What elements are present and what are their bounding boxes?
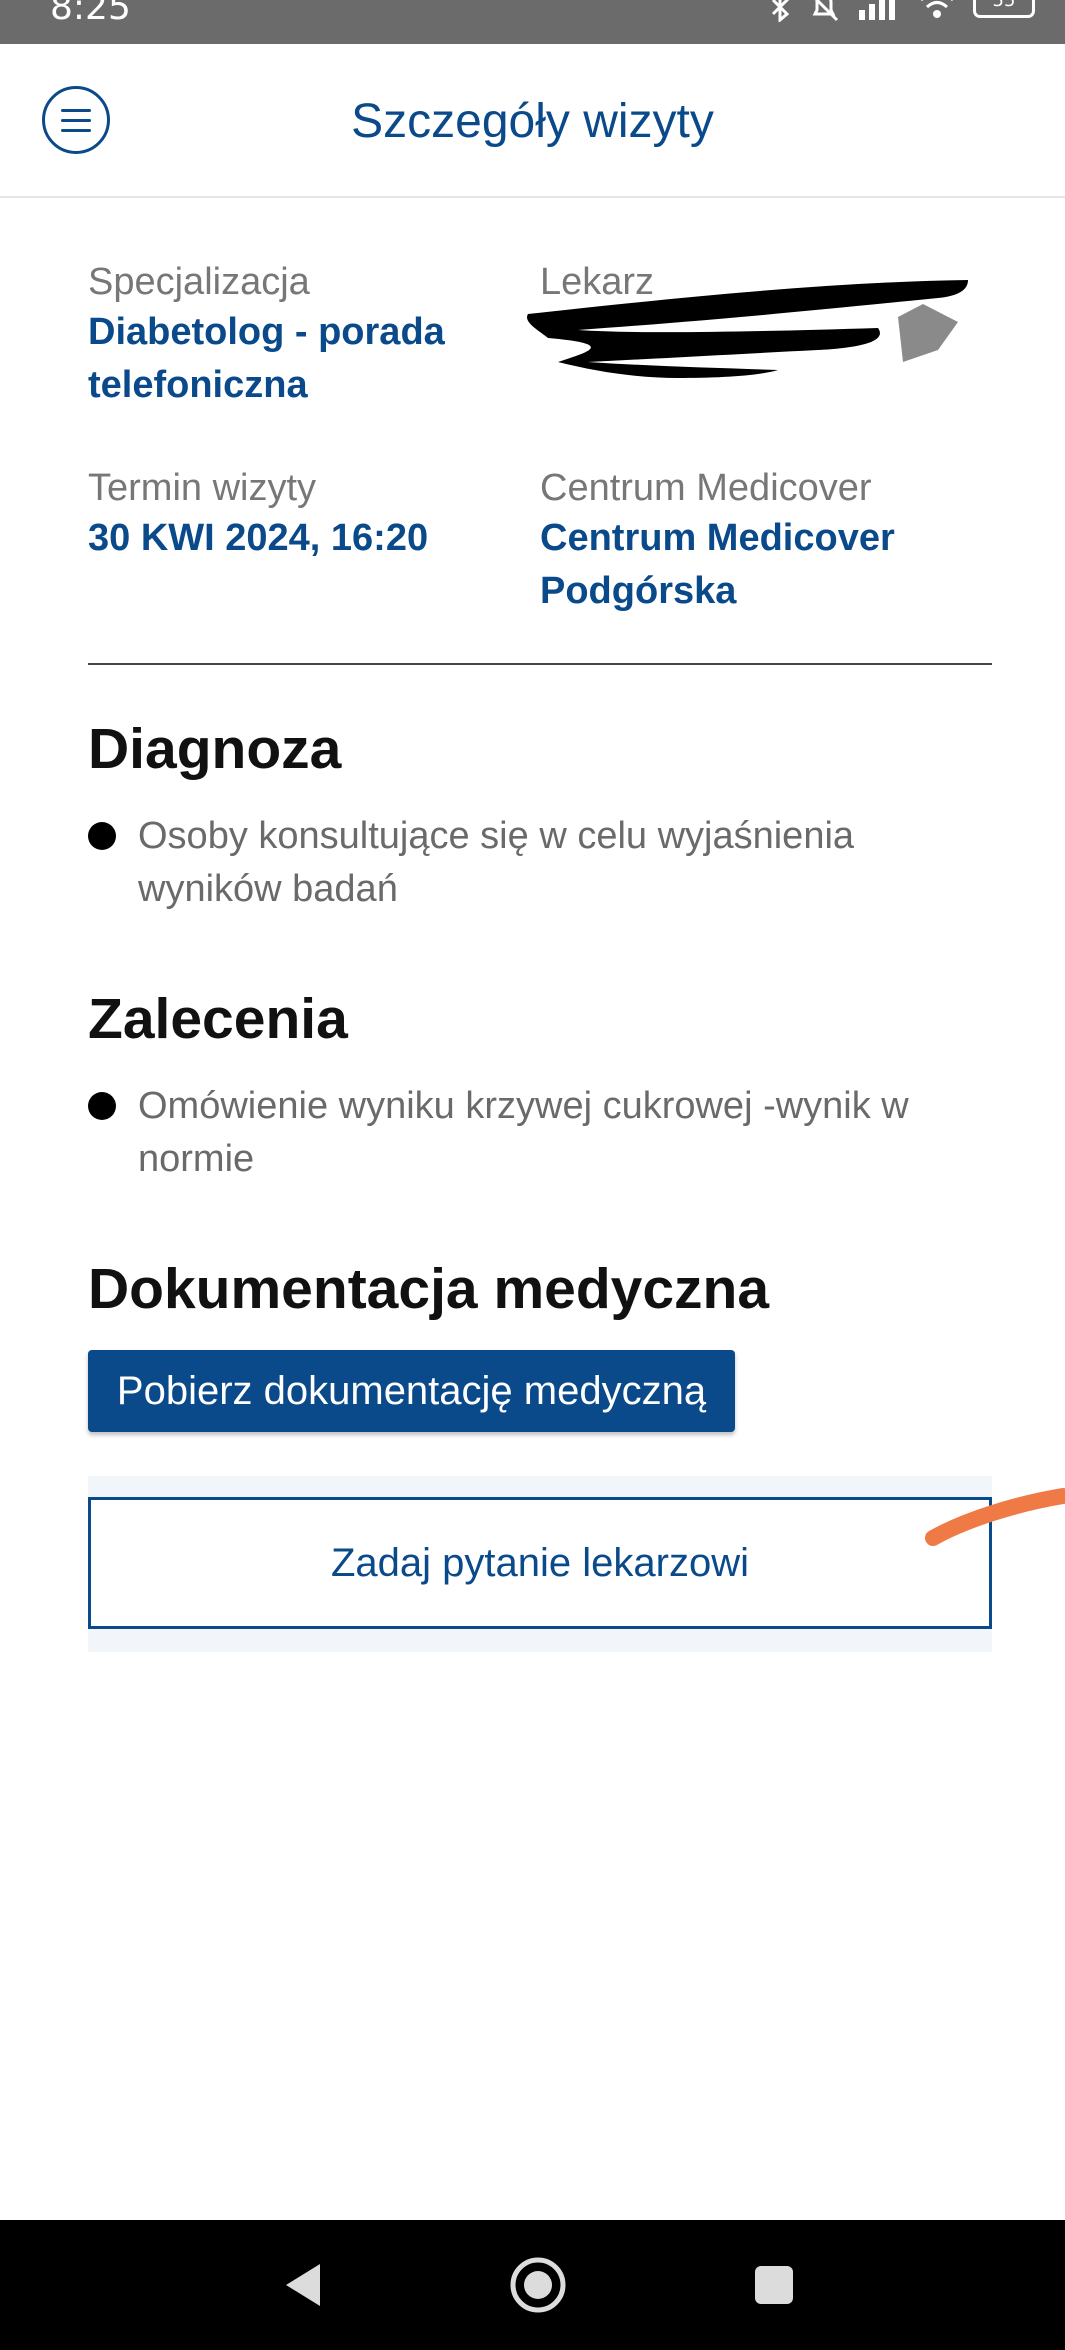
app-header: Szczegóły wizyty [0, 44, 1065, 198]
specialization-value-line1: Diabetolog - porada [88, 311, 445, 353]
recents-icon[interactable] [744, 2255, 804, 2315]
download-documentation-button[interactable]: Pobierz dokumentację medyczną [88, 1350, 735, 1432]
ask-doctor-button[interactable]: Zadaj pytanie lekarzowi [88, 1497, 992, 1629]
diagnosis-item: Osoby konsultujące się w celu wyjaśnieni… [88, 810, 992, 916]
recommendations-item-text: Omówienie wyniku krzywej cukrowej -wynik… [138, 1080, 909, 1186]
navigation-bar [0, 2220, 1065, 2350]
signal-icon [859, 0, 895, 20]
wifi-icon [921, 0, 953, 18]
date-label: Termin wizyty [88, 467, 317, 509]
status-icons: 55 [769, 0, 1035, 22]
home-icon[interactable] [508, 2255, 568, 2315]
divider [88, 663, 992, 665]
recommendations-item-line2: normie [138, 1138, 255, 1180]
redaction-scribble [527, 280, 968, 378]
center-label: Centrum Medicover [540, 467, 872, 509]
status-bar: 8:25 55 [0, 0, 1065, 44]
specialization-value-line2: telefoniczna [88, 364, 308, 406]
specialization-label: Specjalizacja [88, 261, 310, 303]
date-value: 30 KWI 2024, 16:20 [88, 517, 429, 559]
bullet-icon [88, 1092, 116, 1120]
diagnosis-item-line2: wyników badań [138, 868, 398, 910]
center-value-line2: Podgórska [540, 570, 737, 612]
recommendations-heading: Zalecenia [88, 987, 348, 1051]
center-value-line1: Centrum Medicover [540, 517, 895, 559]
bluetooth-icon [771, 0, 790, 22]
status-time: 8:25 [50, 0, 131, 28]
bullet-icon [88, 822, 116, 850]
battery-icon: 55 [973, 0, 1035, 18]
page-title: Szczegóły wizyty [351, 95, 714, 148]
specialization-block: Specjalizacja Diabetolog - porada telefo… [88, 258, 508, 412]
alarm-off-icon [812, 0, 839, 22]
center-block: Centrum Medicover Centrum Medicover Podg… [540, 464, 990, 618]
date-block: Termin wizyty 30 KWI 2024, 16:20 [88, 464, 508, 565]
documentation-heading: Dokumentacja medyczna [88, 1257, 770, 1321]
recommendations-item: Omówienie wyniku krzywej cukrowej -wynik… [88, 1080, 992, 1186]
recommendations-item-line1: Omówienie wyniku krzywej cukrowej -wynik… [138, 1085, 909, 1127]
back-icon[interactable] [272, 2255, 332, 2315]
diagnosis-item-text: Osoby konsultujące się w celu wyjaśnieni… [138, 810, 854, 916]
diagnosis-heading: Diagnoza [88, 717, 342, 781]
diagnosis-item-line1: Osoby konsultujące się w celu wyjaśnieni… [138, 815, 855, 857]
annotation-stroke [925, 1488, 1065, 1546]
